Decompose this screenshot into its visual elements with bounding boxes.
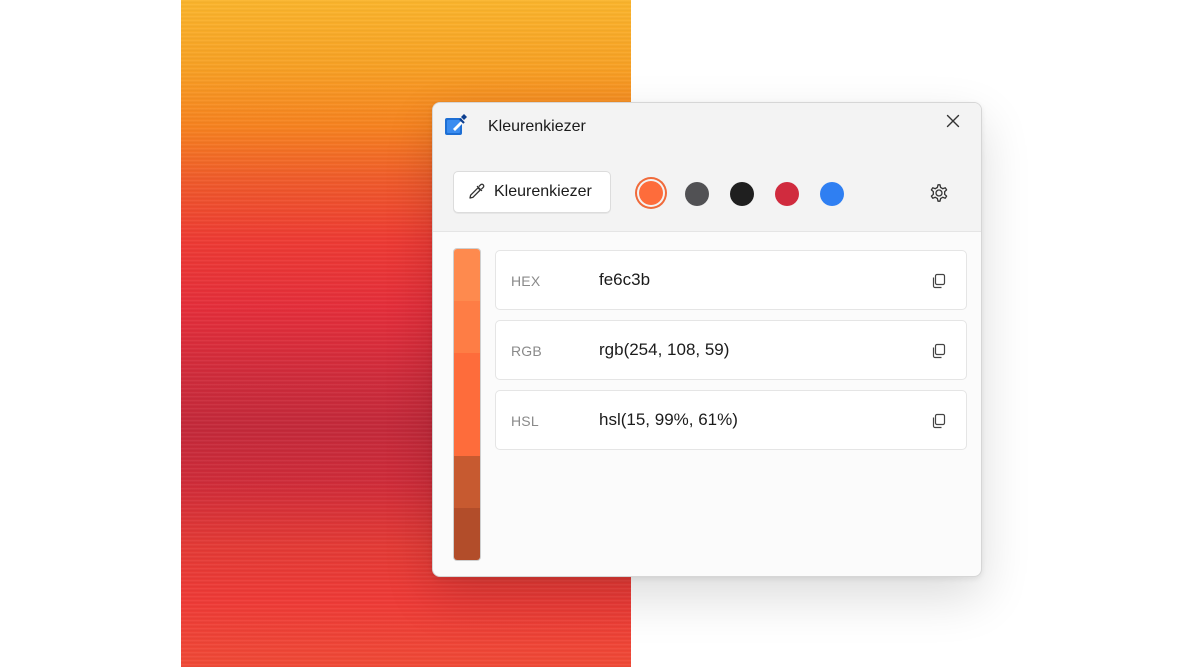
color-picker-app-icon	[445, 114, 467, 135]
color-picker-window: Kleurenkiezer Kleurenkiezer HEX fe6c3b R…	[432, 102, 982, 577]
color-picker-button[interactable]: Kleurenkiezer	[453, 171, 611, 213]
close-icon	[946, 114, 960, 128]
copy-icon[interactable]	[930, 342, 948, 360]
swatch-1[interactable]	[639, 181, 663, 205]
hex-label: HEX	[511, 273, 541, 289]
eyedropper-icon	[469, 183, 485, 199]
swatch-3[interactable]	[730, 182, 754, 206]
swatch-2[interactable]	[685, 182, 709, 206]
palette-cell[interactable]	[454, 508, 480, 560]
palette-cell[interactable]	[454, 456, 480, 509]
palette-cell[interactable]	[454, 300, 480, 353]
hex-value: fe6c3b	[599, 270, 651, 289]
palette-cell[interactable]	[454, 404, 480, 457]
rgb-value: rgb(254, 108, 59)	[599, 340, 730, 359]
hsl-value: hsl(15, 99%, 61%)	[599, 410, 738, 429]
color-picker-button-label: Kleurenkiezer	[494, 183, 592, 200]
palette-cell[interactable]	[454, 249, 480, 301]
copy-icon[interactable]	[930, 412, 948, 430]
hex-row: HEX fe6c3b	[495, 250, 967, 310]
close-button[interactable]	[937, 107, 969, 135]
title-bar: Kleurenkiezer Kleurenkiezer	[433, 103, 981, 232]
hsl-label: HSL	[511, 413, 539, 429]
hsl-row: HSL hsl(15, 99%, 61%)	[495, 390, 967, 450]
swatch-4[interactable]	[775, 182, 799, 206]
palette-cell[interactable]	[454, 352, 480, 405]
swatch-5[interactable]	[820, 182, 844, 206]
rgb-row: RGB rgb(254, 108, 59)	[495, 320, 967, 380]
color-palette-strip	[453, 248, 481, 561]
window-title: Kleurenkiezer	[488, 118, 586, 135]
gear-icon[interactable]	[927, 181, 951, 205]
copy-icon[interactable]	[930, 272, 948, 290]
rgb-label: RGB	[511, 343, 542, 359]
